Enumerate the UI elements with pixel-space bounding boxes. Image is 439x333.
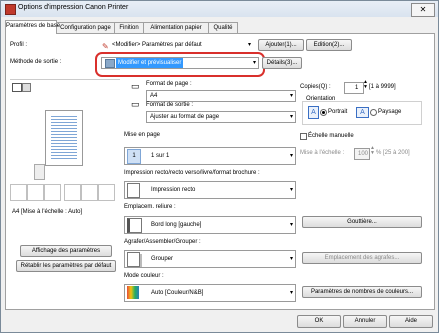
output-method-label: Méthode de sortie : bbox=[10, 59, 62, 65]
chevron-down-icon: ▾ bbox=[289, 187, 293, 193]
one-sided-icon bbox=[127, 183, 140, 198]
window-title: Options d'impression Canon Printer bbox=[18, 4, 129, 11]
scaling-value: 100 bbox=[358, 151, 369, 157]
scaling-range: % [25 à 200] bbox=[376, 150, 410, 156]
chevron-down-icon[interactable]: ▾ bbox=[248, 41, 251, 48]
binding-icon bbox=[64, 184, 81, 201]
show-settings-button[interactable]: Affichage des paramètres bbox=[20, 245, 112, 257]
landscape-icon: A bbox=[356, 107, 369, 118]
copies-input[interactable]: 1 bbox=[344, 82, 364, 94]
color-count-settings-button[interactable]: Paramètres de nombres de couleurs... bbox=[302, 286, 422, 298]
page-size-label: Format de page : bbox=[146, 81, 192, 87]
duplex-label: Impression recto/recto verso/livre/forma… bbox=[124, 170, 260, 176]
cancel-button[interactable]: Annuler bbox=[343, 315, 387, 328]
duplex-value: Impression recto bbox=[151, 187, 196, 193]
scaling-label: Mise à l'échelle : bbox=[300, 150, 345, 156]
landscape-label: Paysage bbox=[378, 109, 402, 115]
chevron-down-icon: ▾ bbox=[289, 93, 293, 99]
restore-defaults-button[interactable]: Rétablir les paramètres par défaut bbox=[16, 260, 116, 272]
preview-caption: A4 [Mise à l'échelle : Auto] bbox=[12, 209, 83, 215]
settings-panel: Profil : ✎ <Modifier> Paramètres par déf… bbox=[5, 33, 435, 310]
ok-button[interactable]: OK bbox=[297, 315, 341, 328]
layout-select[interactable]: 1 1 sur 1 ▾ bbox=[124, 147, 296, 165]
layout-label: Mise en page bbox=[124, 132, 161, 138]
staple-location-button[interactable]: Emplacement des agrafes... bbox=[302, 252, 422, 264]
copies-range: [1 à 9999] bbox=[369, 84, 396, 90]
portrait-radio[interactable] bbox=[320, 109, 327, 116]
stack-icon bbox=[34, 164, 45, 180]
gutter-button[interactable]: Gouttière... bbox=[302, 216, 422, 228]
preview-divider bbox=[10, 79, 120, 80]
chevron-down-icon: ▾ bbox=[289, 153, 293, 159]
staple-icon bbox=[10, 184, 27, 201]
booklet-icon bbox=[44, 184, 61, 201]
group-icon bbox=[127, 252, 140, 267]
binding-select[interactable]: Bord long [gauche] ▾ bbox=[124, 216, 296, 234]
chevron-down-icon: ▾ bbox=[289, 256, 293, 262]
portrait-icon: A bbox=[308, 106, 319, 119]
page-preview bbox=[45, 110, 83, 166]
manual-scaling-checkbox[interactable] bbox=[300, 133, 307, 140]
color-mode-value: Auto [Couleur/N&B] bbox=[151, 290, 204, 296]
layout-1up-icon: 1 bbox=[127, 149, 141, 164]
layout-icon bbox=[98, 184, 115, 201]
copies-stepper[interactable]: ▲ ▼ bbox=[363, 80, 368, 90]
output-size-select[interactable]: Ajuster au format de page ▾ bbox=[146, 111, 296, 123]
printer-app-icon bbox=[5, 4, 16, 15]
duplex-icon bbox=[27, 184, 44, 201]
page-size-icon: ▭ bbox=[131, 81, 140, 91]
copies-label: Copies(Q) : bbox=[300, 84, 331, 90]
close-icon[interactable]: ✕ bbox=[411, 3, 435, 17]
collate-value: Grouper bbox=[151, 256, 174, 262]
output-method-value: Modifier et prévisualiser bbox=[116, 58, 184, 68]
finishing-icons bbox=[10, 184, 118, 204]
color-mode-label: Mode couleur : bbox=[124, 273, 164, 279]
page-size-select[interactable]: A4 ▾ bbox=[146, 90, 296, 102]
output-size-value: Ajuster au format de page bbox=[150, 114, 220, 120]
chevron-down-icon: ▾ bbox=[252, 60, 256, 66]
layout-value: 1 sur 1 bbox=[151, 153, 170, 159]
printer-preview-icon[interactable] bbox=[22, 83, 31, 92]
edit-profile-button[interactable]: Edition(2)... bbox=[306, 39, 352, 51]
profile-value[interactable]: <Modifier> Paramètres par défaut bbox=[112, 42, 202, 48]
output-size-label: Format de sortie : bbox=[146, 102, 194, 108]
profile-label: Profil : bbox=[10, 42, 28, 48]
binding-label: Emplacem. reliure : bbox=[124, 204, 176, 210]
color-mode-select[interactable]: Auto [Couleur/N&B] ▾ bbox=[124, 284, 296, 302]
edit-preview-icon bbox=[105, 59, 115, 68]
duplex-select[interactable]: Impression recto ▾ bbox=[124, 181, 296, 199]
scaling-stepper[interactable]: ▲ ▼ bbox=[370, 146, 375, 156]
binding-value: Bord long [gauche] bbox=[151, 222, 202, 228]
tab-paper-source[interactable]: Alimentation papier bbox=[143, 22, 209, 33]
tab-basic-settings[interactable]: Paramètres de base bbox=[5, 20, 60, 34]
binding-edge-icon bbox=[127, 218, 142, 233]
portrait-label: Portrait bbox=[328, 109, 348, 115]
collate-label: Agrafer/Assembler/Grouper : bbox=[124, 239, 201, 245]
help-button[interactable]: Aide bbox=[389, 315, 433, 328]
color-icon bbox=[81, 184, 98, 201]
add-profile-button[interactable]: Ajouter(1)... bbox=[258, 39, 304, 51]
tab-quality[interactable]: Qualité bbox=[208, 22, 238, 33]
color-auto-icon bbox=[127, 286, 139, 299]
page-preview-content bbox=[51, 116, 77, 160]
tab-page-setup[interactable]: Configuration page bbox=[56, 22, 115, 33]
manual-scaling-label: Échelle manuelle bbox=[308, 133, 354, 139]
landscape-radio[interactable] bbox=[370, 109, 377, 116]
page-preview-icon[interactable] bbox=[12, 83, 22, 92]
output-size-icon: ▭ bbox=[131, 99, 140, 109]
page-size-value: A4 bbox=[150, 93, 158, 99]
output-method-select[interactable]: Modifier et prévisualiser ▾ bbox=[101, 57, 259, 69]
chevron-down-icon: ▾ bbox=[289, 290, 293, 296]
chevron-down-icon: ▾ bbox=[289, 222, 293, 228]
collate-select[interactable]: Grouper ▾ bbox=[124, 250, 296, 268]
tab-finishing[interactable]: Finition bbox=[114, 22, 144, 33]
print-options-window: Options d'impression Canon Printer ✕ Par… bbox=[0, 0, 439, 333]
details-button[interactable]: Détails(3)... bbox=[262, 57, 302, 69]
pencil-icon: ✎ bbox=[102, 42, 109, 51]
copies-value: 1 bbox=[355, 85, 359, 91]
chevron-down-icon: ▾ bbox=[289, 114, 293, 120]
title-bar: Options d'impression Canon Printer ✕ bbox=[1, 1, 438, 17]
scaling-input[interactable]: 100 bbox=[354, 148, 370, 160]
